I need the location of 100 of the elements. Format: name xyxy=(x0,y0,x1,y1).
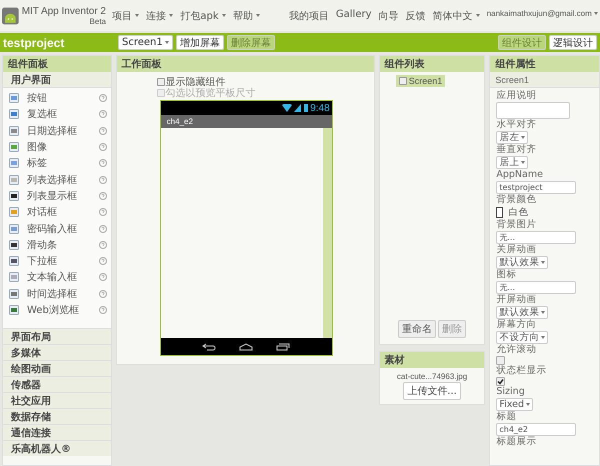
category-header[interactable]: 乐高机器人® xyxy=(3,440,111,456)
category-header[interactable]: 社交应用 xyxy=(3,392,111,408)
component-icon xyxy=(9,109,19,120)
property-label: 关屏动画 xyxy=(496,244,536,255)
component-icon xyxy=(9,224,19,234)
header-link[interactable]: 向导 xyxy=(378,8,399,22)
property-select[interactable]: 默认效果 xyxy=(496,306,548,319)
component-icon xyxy=(9,272,19,282)
component-icon xyxy=(9,207,19,218)
property-select[interactable]: 不设方向 xyxy=(496,331,548,344)
header-link[interactable]: 简体中文 xyxy=(432,8,480,22)
help-icon[interactable] xyxy=(98,240,107,249)
color-name: 白色 xyxy=(508,206,528,219)
selected-component: Screen1 xyxy=(490,72,599,88)
palette-item[interactable]: 复选框 xyxy=(27,107,91,122)
property-checkbox[interactable] xyxy=(496,377,506,386)
mode-tab[interactable]: 逻辑设计 xyxy=(549,35,597,50)
property-select[interactable]: 默认效果 xyxy=(496,256,548,269)
component-button[interactable]: 重命名 xyxy=(398,320,436,338)
category-header[interactable]: 传感器 xyxy=(3,376,111,392)
screen-button[interactable]: 增加屏幕 xyxy=(176,35,224,50)
menu-item[interactable]: 项目 xyxy=(112,8,140,22)
property-select[interactable]: Fixed xyxy=(496,398,533,411)
category-header[interactable]: 多媒体 xyxy=(3,344,111,360)
property-field[interactable]: 无... xyxy=(496,231,576,244)
property-label: AppName xyxy=(496,169,543,180)
properties-header: 组件属性 xyxy=(490,56,599,72)
upload-button[interactable]: 上传文件... xyxy=(403,382,461,400)
property-select[interactable]: 居上 xyxy=(496,156,528,169)
option-checkbox[interactable]: 显示隐藏组件 xyxy=(156,76,226,87)
property-field[interactable]: ch4_e2 xyxy=(496,423,576,436)
palette-item[interactable]: 文本输入框 xyxy=(27,270,91,284)
description-field[interactable] xyxy=(496,102,570,119)
property-label: 屏幕方向 xyxy=(496,319,536,330)
caret-icon xyxy=(521,161,526,164)
palette-item[interactable]: 滑动条 xyxy=(27,238,91,252)
palette-item[interactable]: 标签 xyxy=(27,156,91,170)
property-label: 标题展示 xyxy=(496,436,536,447)
help-icon[interactable] xyxy=(98,273,107,282)
help-icon[interactable] xyxy=(98,143,107,152)
component-icon xyxy=(9,174,19,185)
help-icon[interactable] xyxy=(98,192,107,200)
palette-item[interactable]: 按钮 xyxy=(27,91,91,106)
category-header[interactable]: 绘图动画 xyxy=(3,360,111,376)
help-icon[interactable] xyxy=(98,257,107,266)
palette-item[interactable]: 图像 xyxy=(27,140,91,154)
header-link[interactable]: 反馈 xyxy=(406,8,426,22)
clock-time: 9:48 xyxy=(310,102,330,114)
viewer-header: 工作面板 xyxy=(116,56,374,72)
property-select[interactable]: 居左 xyxy=(496,131,528,144)
caret-icon xyxy=(526,403,530,406)
category-header[interactable]: 界面布局 xyxy=(3,328,111,344)
property-label: 允许滚动 xyxy=(496,344,536,355)
property-label: 垂直对齐 xyxy=(496,144,536,155)
android-logo-icon xyxy=(2,4,19,26)
header-link[interactable]: 我的项目 xyxy=(288,8,329,22)
help-icon[interactable] xyxy=(98,110,107,118)
property-field[interactable]: 无... xyxy=(496,281,576,294)
help-icon[interactable] xyxy=(98,224,107,233)
screen-select[interactable]: Screen1 xyxy=(118,35,173,50)
menu-item[interactable]: 打包apk xyxy=(180,8,226,22)
header-link[interactable]: Gallery xyxy=(336,8,372,22)
property-label: 开屏动画 xyxy=(496,294,536,305)
help-icon[interactable] xyxy=(98,306,107,314)
palette-item[interactable]: 列表显示框 xyxy=(27,188,91,203)
palette-item[interactable]: 下拉框 xyxy=(27,254,91,268)
property-label: Sizing xyxy=(496,386,525,397)
color-swatch[interactable] xyxy=(496,207,504,218)
components-header: 组件列表 xyxy=(380,56,484,72)
property-label: 图标 xyxy=(496,269,516,280)
category-header[interactable]: 用户界面 xyxy=(3,72,111,88)
signal-icon xyxy=(282,104,302,112)
component-icon xyxy=(9,142,19,152)
help-icon[interactable] xyxy=(98,94,107,102)
app-title: MIT App Inventor 2 xyxy=(22,6,106,16)
media-file[interactable]: cat-cute...74963.jpg xyxy=(396,372,468,381)
help-icon[interactable] xyxy=(98,208,107,216)
help-icon[interactable] xyxy=(98,159,107,168)
help-icon[interactable] xyxy=(98,176,107,184)
property-label: 水平对齐 xyxy=(496,119,536,130)
header-link[interactable]: nankaimathxujun@gmail.com xyxy=(486,8,598,22)
palette-item[interactable]: 时间选择框 xyxy=(27,286,91,301)
property-checkbox[interactable] xyxy=(496,356,506,365)
caret-icon xyxy=(541,261,546,264)
caret-icon xyxy=(541,336,546,339)
palette-item[interactable]: 日期选择框 xyxy=(27,124,91,138)
palette-item[interactable]: Web浏览框 xyxy=(27,303,91,317)
help-icon[interactable] xyxy=(98,290,107,298)
palette-item[interactable]: 对话框 xyxy=(27,205,91,220)
category-header[interactable]: 数据存储 xyxy=(3,408,111,424)
palette-item[interactable]: 密码输入框 xyxy=(27,222,91,236)
category-header[interactable]: 通信连接 xyxy=(3,424,111,440)
help-icon[interactable] xyxy=(98,126,107,135)
tree-item[interactable]: Screen1 xyxy=(396,75,446,87)
component-icon xyxy=(9,240,19,250)
menu-item[interactable]: 帮助 xyxy=(232,8,260,22)
menu-item[interactable]: 连接 xyxy=(146,8,174,22)
component-icon xyxy=(9,158,19,168)
property-field[interactable]: testproject xyxy=(496,181,576,194)
palette-item[interactable]: 列表选择框 xyxy=(27,172,91,187)
